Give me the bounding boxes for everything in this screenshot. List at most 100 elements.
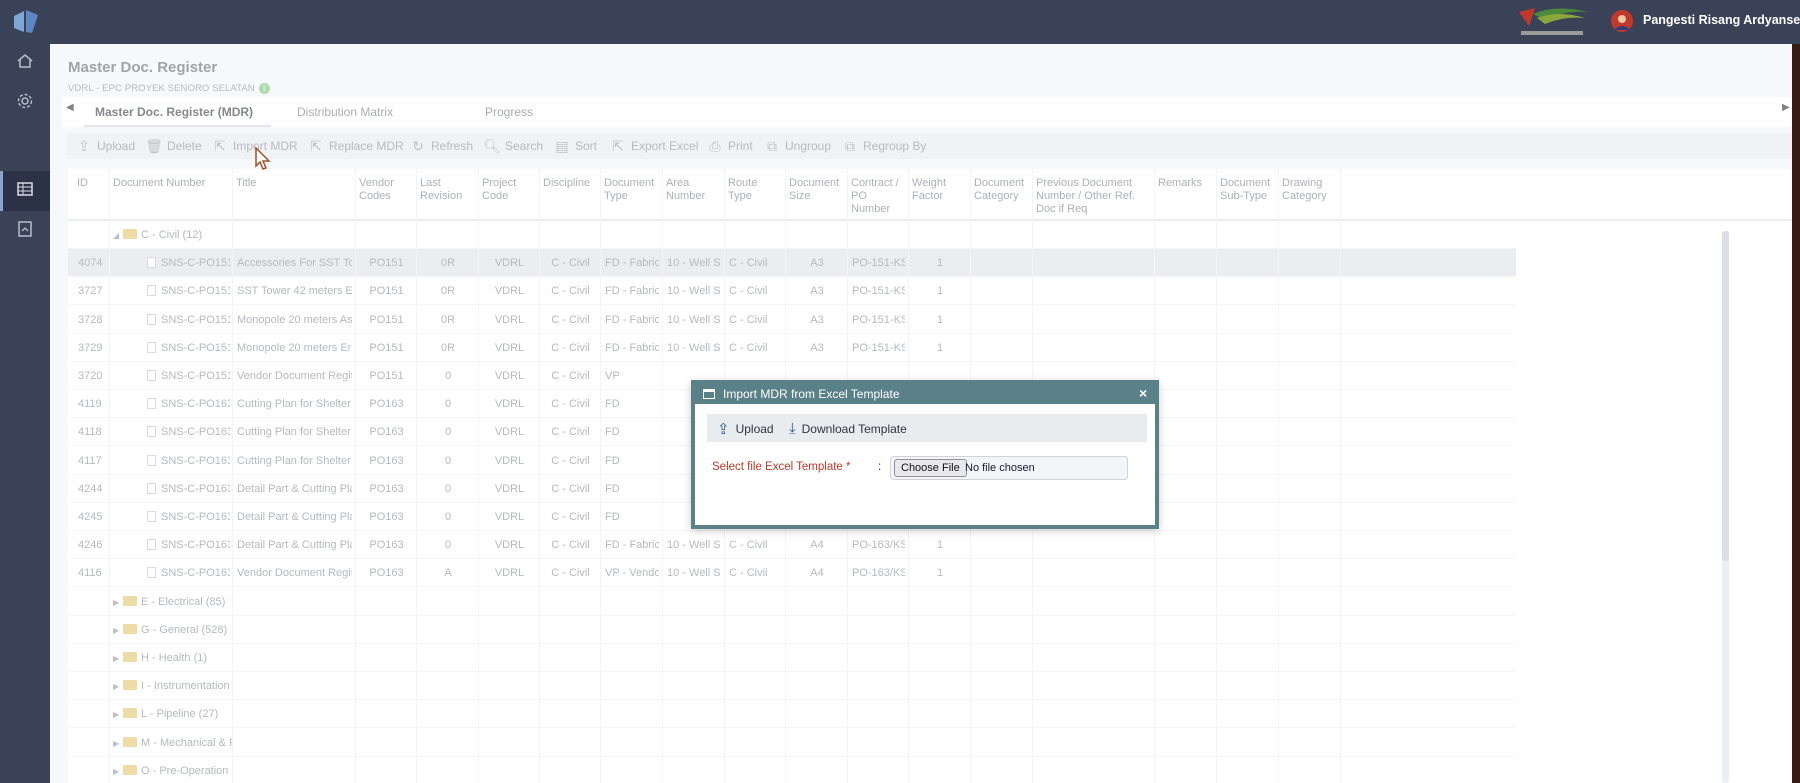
group-row[interactable]: ▶ M - Mechanical & Ro xyxy=(68,729,1516,757)
column-header[interactable]: Route Type xyxy=(728,177,781,203)
tab-progress[interactable]: Progress xyxy=(485,105,533,119)
column-header[interactable]: Drawing Category xyxy=(1282,177,1336,203)
print-button[interactable]: ⎙ Print xyxy=(707,138,752,154)
collapse-icon[interactable]: ◢ xyxy=(113,231,123,240)
column-header[interactable]: Document Size xyxy=(789,177,843,203)
column-divider[interactable] xyxy=(478,169,479,783)
replace-mdr-button[interactable]: ⇱ Replace MDR xyxy=(308,138,404,154)
document-number[interactable]: SNS-C-PO163-FD xyxy=(161,398,230,410)
column-header[interactable]: Vendor Codes xyxy=(359,177,412,203)
column-header[interactable]: Remarks xyxy=(1158,177,1212,190)
column-divider[interactable] xyxy=(1278,169,1279,783)
column-header[interactable]: Weight Factor xyxy=(912,177,966,203)
regroup-by-button[interactable]: ⧉ Regroup By xyxy=(842,138,926,154)
document-number[interactable]: SNS-C-PO151-FD xyxy=(161,257,230,269)
tab-distribution-matrix[interactable]: Distribution Matrix xyxy=(297,105,393,119)
ungroup-button[interactable]: ⧉ Ungroup xyxy=(764,138,831,154)
expand-icon[interactable]: ▶ xyxy=(113,682,123,691)
app-logo-icon[interactable] xyxy=(12,8,40,36)
register-icon[interactable] xyxy=(14,180,36,202)
report-icon[interactable] xyxy=(14,220,36,242)
expand-icon[interactable]: ▶ xyxy=(113,626,123,635)
table-cell: Monopole 20 meters Erecti xyxy=(237,341,352,354)
column-header[interactable]: Document Category xyxy=(974,177,1028,203)
table-row[interactable]: 3729 SNS-C-PO151-FD Monopole 20 meters Ere… xyxy=(68,334,1516,362)
column-header[interactable]: Project Code xyxy=(482,177,535,203)
expand-icon[interactable]: ▶ xyxy=(113,767,123,776)
document-number[interactable]: SNS-C-PO163-FD xyxy=(161,483,230,495)
document-number[interactable]: SNS-C-PO151-FD xyxy=(161,285,230,297)
table-cell: 0 xyxy=(444,398,452,411)
info-icon[interactable]: i xyxy=(258,83,270,94)
group-row[interactable]: ▶ E - Electrical (85) xyxy=(68,588,1516,616)
document-number[interactable]: SNS-C-PO151-VI xyxy=(161,370,230,382)
tab-scroll-left-icon[interactable]: ◀ xyxy=(66,102,74,113)
column-header[interactable]: Discipline xyxy=(543,177,596,190)
column-divider[interactable] xyxy=(1340,169,1341,783)
column-header[interactable]: Document Number xyxy=(113,177,228,190)
column-divider[interactable] xyxy=(355,169,356,783)
project-name: VDRL - EPC PROYEK SENORO SELATAN xyxy=(68,83,255,95)
search-button[interactable]: 🔍︎ Search xyxy=(483,138,543,154)
column-header[interactable]: Contract / PO Number xyxy=(851,177,904,216)
column-header[interactable]: Area Number xyxy=(666,177,720,203)
group-row[interactable]: ▶ O - Pre-Operation & xyxy=(68,757,1516,783)
column-divider[interactable] xyxy=(416,169,417,783)
upload-button[interactable]: ⇪ Upload xyxy=(76,138,135,154)
scrollbar-thumb[interactable] xyxy=(1722,231,1729,561)
user-name[interactable]: Pangesti Risang Ardyanseto xyxy=(1643,13,1800,27)
table-row[interactable]: 3728 SNS-C-PO151-FD Monopole 20 meters Ase… xyxy=(68,306,1516,334)
dialog-upload-button[interactable]: ⇪ Upload xyxy=(717,420,774,438)
table-row[interactable]: 4074 SNS-C-PO151-FD Accessories For SST To… xyxy=(68,249,1516,278)
document-number[interactable]: SNS-C-PO163-VI xyxy=(161,567,230,579)
delete-button[interactable]: 🗑 Delete xyxy=(145,138,202,154)
group-row[interactable]: ▶ G - General (528) xyxy=(68,616,1516,644)
column-header[interactable]: Previous Document Number / Other Ref. Do… xyxy=(1036,177,1150,216)
table-cell: PO151 xyxy=(369,341,404,354)
group-row[interactable]: ▶ H - Health (1) xyxy=(68,644,1516,672)
refresh-button[interactable]: ↻ Refresh xyxy=(410,138,473,154)
gear-icon[interactable] xyxy=(14,92,36,114)
vertical-scrollbar[interactable] xyxy=(1722,231,1729,783)
close-icon[interactable]: × xyxy=(1139,385,1147,401)
table-row[interactable]: 3727 SNS-C-PO151-FD SST Tower 42 meters Er… xyxy=(68,277,1516,306)
tab-scroll-right-icon[interactable]: ▶ xyxy=(1782,102,1790,113)
group-row[interactable]: ▶ L - Pipeline (27) xyxy=(68,700,1516,729)
file-input[interactable]: Choose File No file chosen xyxy=(890,456,1128,480)
table-cell: C - Civil xyxy=(551,454,590,467)
column-header[interactable]: Document Type xyxy=(604,177,658,203)
document-icon xyxy=(147,511,156,522)
column-divider[interactable] xyxy=(232,169,233,783)
home-icon[interactable] xyxy=(14,52,36,74)
expand-icon[interactable]: ▶ xyxy=(113,654,123,663)
group-row[interactable]: ▶ I - Instrumentation ( xyxy=(68,672,1516,701)
column-divider[interactable] xyxy=(662,169,663,783)
document-number[interactable]: SNS-C-PO163-FD xyxy=(161,539,230,551)
column-divider[interactable] xyxy=(1216,169,1217,783)
column-divider[interactable] xyxy=(539,169,540,783)
column-divider[interactable] xyxy=(109,169,110,783)
sort-button[interactable]: ▤ Sort xyxy=(554,138,597,154)
column-header[interactable]: Title xyxy=(236,177,351,190)
export-excel-button[interactable]: ⇱ Export Excel xyxy=(610,138,698,154)
document-number[interactable]: SNS-C-PO163-FD xyxy=(161,455,230,467)
expand-icon[interactable]: ▶ xyxy=(113,739,123,748)
column-header[interactable]: ID xyxy=(77,177,105,190)
column-divider[interactable] xyxy=(600,169,601,783)
column-header[interactable]: Document Sub-Type xyxy=(1220,177,1274,203)
expand-icon[interactable]: ▶ xyxy=(113,598,123,607)
avatar[interactable] xyxy=(1611,10,1633,32)
column-header[interactable]: Last Revision xyxy=(420,177,474,203)
document-number[interactable]: SNS-C-PO151-FD xyxy=(161,342,230,354)
expand-icon[interactable]: ▶ xyxy=(113,710,123,719)
table-row[interactable]: 4116 SNS-C-PO163-VI Vendor Document Regist… xyxy=(68,559,1516,588)
download-template-button[interactable]: ⤓ Download Template xyxy=(789,420,907,437)
table-cell: 4244 xyxy=(78,482,103,495)
tab-mdr[interactable]: Master Doc. Register (MDR) xyxy=(95,105,253,119)
group-row-civil[interactable]: ◢ C - Civil (12) xyxy=(68,221,1516,249)
document-number[interactable]: SNS-C-PO163-FD xyxy=(161,426,230,438)
choose-file-button[interactable]: Choose File xyxy=(894,459,967,477)
table-row[interactable]: 4246 SNS-C-PO163-FD Detail Part & Cutting … xyxy=(68,531,1516,560)
document-number[interactable]: SNS-C-PO163-FD xyxy=(161,511,230,523)
document-number[interactable]: SNS-C-PO151-FD xyxy=(161,314,230,326)
